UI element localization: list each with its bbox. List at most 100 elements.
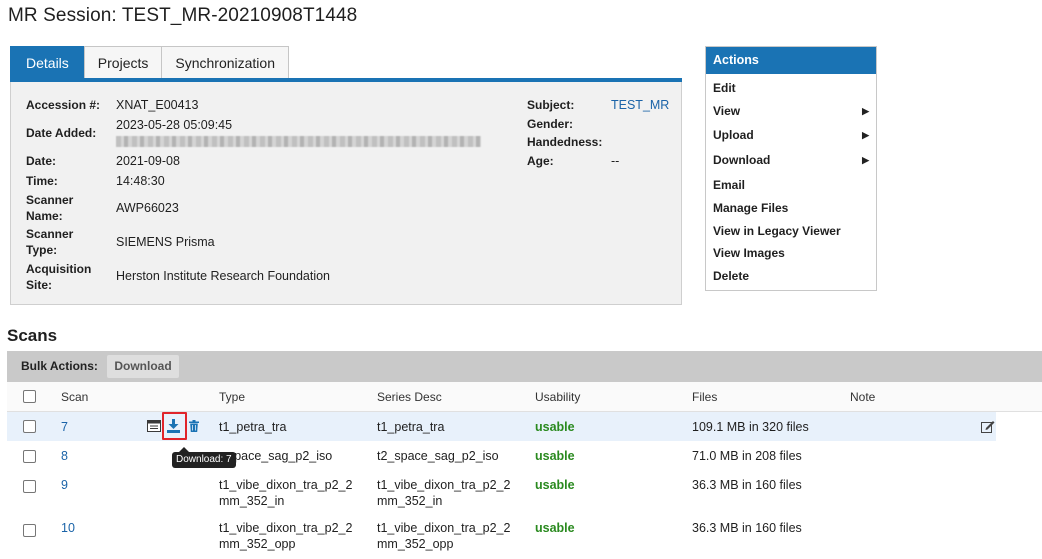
usability-status: usable: [535, 478, 575, 492]
download-tooltip: Download: 7: [172, 452, 236, 468]
subject-link[interactable]: TEST_MR: [611, 97, 669, 113]
files-summary: 109.1 MB in 320 files: [692, 420, 809, 434]
files-summary: 36.3 MB in 160 files: [692, 521, 802, 535]
series-desc: t1_petra_tra: [377, 420, 445, 434]
page-title: MR Session: TEST_MR-20210908T1448: [8, 5, 358, 26]
actions-title: Actions: [706, 47, 876, 74]
bulk-actions-bar: Bulk Actions: Download: [7, 351, 1042, 382]
column-scan[interactable]: Scan: [61, 390, 88, 404]
action-manage-files-label: Manage Files: [713, 201, 789, 215]
action-download-label: Download: [713, 153, 771, 167]
series-desc-line2: mm_352_in: [377, 494, 443, 508]
scanner-name-label-line2: Name:: [26, 209, 63, 223]
scan-type-line1: t1_vibe_dixon_tra_p2_2: [219, 521, 353, 535]
series-desc-line2: mm_352_opp: [377, 537, 454, 551]
date-added-label: Date Added:: [26, 126, 97, 140]
column-series-desc[interactable]: Series Desc: [377, 390, 442, 404]
action-view-label: View: [713, 104, 741, 118]
column-note[interactable]: Note: [850, 390, 875, 404]
date-value: 2021-09-08: [116, 154, 180, 168]
tab-projects[interactable]: Projects: [83, 46, 163, 81]
redacted-text: [116, 136, 481, 147]
tab-bar: Details Projects Synchronization: [10, 46, 289, 81]
scan-id-link[interactable]: 9: [61, 477, 68, 493]
usability-status: usable: [535, 449, 575, 463]
table-row: 10 t1_vibe_dixon_tra_p2_2 mm_352_opp t1_…: [7, 514, 1042, 559]
row-checkbox[interactable]: [23, 524, 36, 537]
tab-synchronization[interactable]: Synchronization: [161, 46, 289, 81]
bulk-download-button[interactable]: Download: [107, 355, 179, 378]
submenu-arrow-icon: ▶: [862, 130, 869, 140]
action-upload-label: Upload: [713, 128, 754, 142]
column-usability[interactable]: Usability: [535, 390, 580, 404]
scanner-name-label-line1: Scanner: [26, 193, 74, 207]
action-delete-label: Delete: [713, 269, 750, 283]
action-edit[interactable]: Edit: [713, 80, 869, 96]
acquisition-site-label-line1: Acquisition: [26, 262, 92, 276]
handedness-label: Handedness:: [527, 135, 603, 149]
trash-icon[interactable]: [189, 420, 199, 432]
acquisition-site-label-line2: Site:: [26, 278, 53, 292]
scanner-type-label-line1: Scanner: [26, 227, 74, 241]
scan-id-link[interactable]: 7: [61, 419, 68, 435]
date-label: Date:: [26, 154, 57, 168]
table-row: 9 t1_vibe_dixon_tra_p2_2 mm_352_in t1_vi…: [7, 470, 1042, 514]
action-manage-files[interactable]: Manage Files: [713, 200, 869, 216]
submenu-arrow-icon: ▶: [862, 106, 869, 116]
acquisition-site-value: Herston Institute Research Foundation: [116, 269, 331, 283]
details-panel: Accession #: XNAT_E00413 Date Added: 202…: [10, 82, 682, 305]
actions-box: Actions Edit View ▶ Upload ▶ Download ▶ Ema…: [705, 46, 877, 291]
files-summary: 71.0 MB in 208 files: [692, 449, 802, 463]
action-download[interactable]: Download ▶: [713, 152, 869, 168]
scan-type-line1: t1_vibe_dixon_tra_p2_2: [219, 478, 353, 492]
scanner-type-value: SIEMENS Prisma: [116, 235, 215, 249]
scans-title: Scans: [7, 326, 58, 345]
scanner-name-value: AWP66023: [116, 201, 179, 215]
tab-details[interactable]: Details: [10, 46, 85, 81]
scanner-type-label-line2: Type:: [26, 243, 58, 257]
action-upload[interactable]: Upload ▶: [713, 127, 869, 143]
scan-id-link[interactable]: 8: [61, 448, 68, 464]
accession-label: Accession #:: [26, 98, 101, 112]
column-files[interactable]: Files: [692, 390, 717, 404]
subject-label: Subject:: [527, 98, 575, 112]
details-icon[interactable]: [147, 420, 161, 432]
download-focus-outline: [162, 412, 187, 440]
time-value: 14:48:30: [116, 174, 165, 188]
scans-table-header: Scan Type Series Desc Usability Files No…: [7, 382, 1042, 412]
scan-id-link[interactable]: 10: [61, 520, 75, 536]
files-summary: 36.3 MB in 160 files: [692, 478, 802, 492]
age-label: Age:: [527, 154, 554, 168]
age-value: --: [611, 154, 620, 168]
usability-status: usable: [535, 420, 575, 434]
action-view-images-label: View Images: [713, 246, 785, 260]
time-label: Time:: [26, 174, 58, 188]
action-email[interactable]: Email: [713, 177, 869, 193]
usability-status: usable: [535, 521, 575, 535]
action-edit-label: Edit: [713, 81, 736, 95]
table-row: 8 _space_sag_p2_iso t2_space_sag_p2_iso …: [7, 441, 1042, 470]
action-view[interactable]: View ▶: [713, 103, 869, 119]
row-checkbox[interactable]: [23, 480, 36, 493]
scan-type: t1_petra_tra: [219, 420, 287, 434]
action-delete[interactable]: Delete: [713, 268, 869, 284]
bulk-actions-label: Bulk Actions:: [21, 359, 98, 373]
row-checkbox[interactable]: [23, 420, 36, 433]
date-added-value: 2023-05-28 05:09:45: [116, 118, 233, 132]
gender-label: Gender:: [527, 117, 574, 131]
scan-type-line2: mm_352_opp: [219, 537, 296, 551]
edit-note-icon[interactable]: [981, 420, 995, 433]
action-view-legacy-viewer-label: View in Legacy Viewer: [713, 224, 841, 238]
action-view-images[interactable]: View Images: [713, 245, 869, 261]
column-type[interactable]: Type: [219, 390, 245, 404]
action-email-label: Email: [713, 178, 746, 192]
table-row: 7 t1_petra_tra t1_petra_tra usable 109.1…: [7, 412, 996, 441]
series-desc-line1: t1_vibe_dixon_tra_p2_2: [377, 521, 511, 535]
select-all-checkbox[interactable]: [23, 390, 36, 403]
series-desc-line1: t1_vibe_dixon_tra_p2_2: [377, 478, 511, 492]
series-desc: t2_space_sag_p2_iso: [377, 449, 499, 463]
row-checkbox[interactable]: [23, 450, 36, 463]
scan-type-line2: mm_352_in: [219, 494, 285, 508]
submenu-arrow-icon: ▶: [862, 155, 869, 165]
action-view-legacy-viewer[interactable]: View in Legacy Viewer: [713, 223, 869, 239]
